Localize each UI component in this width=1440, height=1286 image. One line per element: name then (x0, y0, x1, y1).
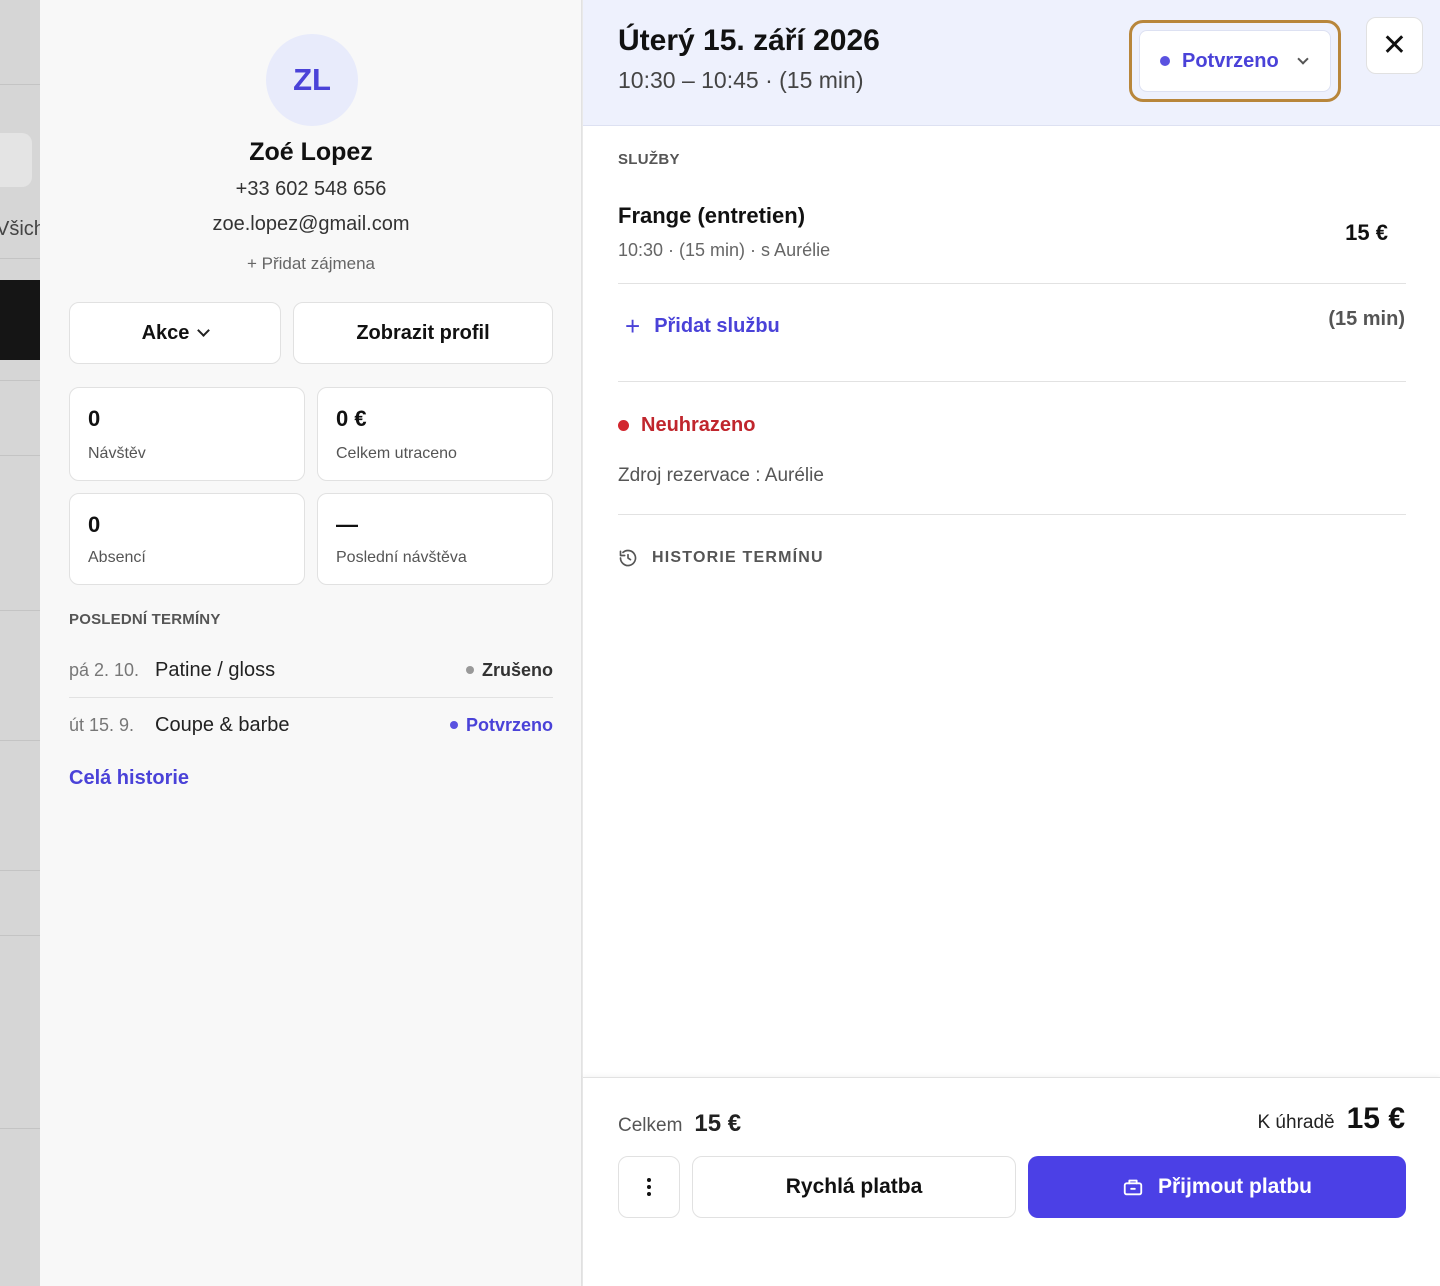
appt-date: pá 2. 10. (69, 659, 140, 680)
bg-filter-text: Všich (0, 218, 40, 240)
status-text: Zrušeno (481, 659, 553, 680)
add-service-button[interactable]: + Přidat službu (625, 313, 780, 339)
accept-payment-label: Přijmout platbu (1158, 1175, 1312, 1198)
client-phone[interactable]: +33 602 548 656 (40, 178, 582, 201)
bg-divider (0, 870, 40, 871)
appointment-header: Úterý 15. září 2026 10:30 – 10:45 · (15 … (583, 0, 1440, 126)
list-item[interactable]: pá 2. 10. Patine / gloss Zrušeno (69, 648, 553, 692)
amount-due: K úhradě 15 € (1257, 1102, 1405, 1136)
bg-divider (0, 84, 40, 85)
appointment-history-toggle[interactable]: HISTORIE TERMÍNU (618, 548, 824, 568)
kebab-dot (647, 1185, 651, 1189)
total: Celkem 15 € (618, 1110, 741, 1138)
service-name[interactable]: Frange (entretien) (618, 203, 805, 229)
status-dot-icon (618, 420, 629, 431)
recent-appointments-title: POSLEDNÍ TERMÍNY (69, 611, 221, 628)
divider (618, 381, 1406, 382)
close-icon: ✕ (1381, 29, 1408, 62)
status-dot-icon (449, 721, 458, 729)
history-icon (619, 549, 637, 567)
accept-payment-button[interactable]: Přijmout platbu (1028, 1156, 1406, 1218)
add-pronouns-link[interactable]: + Přidat zájmena (40, 254, 582, 274)
status-dot-icon (465, 666, 474, 674)
total-label: Celkem (618, 1115, 683, 1136)
view-profile-button[interactable]: Zobrazit profil (293, 302, 553, 364)
stat-total-spent: 0 € Celkem utraceno (317, 387, 553, 481)
bg-divider (0, 258, 40, 259)
client-email[interactable]: zoe.lopez@gmail.com (40, 213, 582, 236)
kebab-dot (647, 1178, 651, 1182)
bg-divider (0, 380, 40, 381)
bg-pill (0, 133, 32, 187)
payment-status: Neuhrazeno (618, 414, 755, 437)
stat-value: 0 (88, 406, 101, 431)
stat-last-visit: — Poslední návštěva (317, 493, 553, 585)
appt-date: út 15. 9. (69, 714, 135, 735)
due-amount: 15 € (1346, 1102, 1405, 1135)
due-label: K úhradě (1257, 1112, 1335, 1133)
stat-label: Celkem utraceno (336, 445, 457, 462)
divider (69, 697, 553, 698)
payment-status-text: Neuhrazeno (641, 414, 756, 436)
close-button[interactable]: ✕ (1366, 17, 1423, 74)
status-focus-ring: Potvrzeno (1129, 20, 1341, 102)
full-history-link[interactable]: Celá historie (69, 767, 189, 790)
add-service-duration: (15 min) (1328, 308, 1405, 330)
payment-footer: Celkem 15 € K úhradě 15 € Rychlá platba … (583, 1077, 1440, 1286)
appt-service: Patine / gloss (155, 658, 276, 681)
bg-divider (0, 935, 40, 936)
bg-divider (0, 1128, 40, 1129)
stat-value: — (336, 512, 358, 537)
appt-service: Coupe & barbe (155, 713, 290, 736)
register-icon (1123, 1179, 1143, 1196)
stat-no-shows: 0 Absencí (69, 493, 305, 585)
service-meta: 10:30 · (15 min) · s Aurélie (618, 240, 831, 260)
divider (618, 283, 1406, 284)
background-app: Všich (0, 0, 40, 1286)
more-options-button[interactable] (618, 1156, 680, 1218)
stat-label: Absencí (88, 549, 146, 566)
chevron-down-icon (1297, 52, 1309, 65)
status-text: Potvrzeno (465, 714, 553, 735)
client-name: Zoé Lopez (249, 138, 373, 166)
bg-divider (0, 610, 40, 611)
stat-value: 0 € (336, 406, 367, 431)
bg-dark-block (0, 280, 40, 360)
chevron-down-icon (197, 324, 211, 337)
actions-label: Akce (141, 321, 190, 344)
history-title: HISTORIE TERMÍNU (652, 549, 824, 566)
stat-visits: 0 Návštěv (69, 387, 305, 481)
appointment-time: 10:30 – 10:45 · (15 min) (618, 67, 864, 93)
bg-divider (0, 740, 40, 741)
avatar: ZL (266, 34, 358, 126)
stat-label: Poslední návštěva (336, 549, 467, 566)
status-badge: Potvrzeno (449, 714, 553, 736)
quick-pay-button[interactable]: Rychlá platba (692, 1156, 1016, 1218)
appointment-date: Úterý 15. září 2026 (618, 24, 880, 57)
services-title: SLUŽBY (618, 151, 680, 168)
status-dot-icon (1160, 56, 1170, 66)
status-dropdown-label: Potvrzeno (1182, 49, 1279, 72)
actions-button[interactable]: Akce (69, 302, 281, 364)
stat-label: Návštěv (88, 445, 146, 462)
status-dropdown[interactable]: Potvrzeno (1139, 30, 1331, 92)
client-panel: ZL Zoé Lopez +33 602 548 656 zoe.lopez@g… (40, 0, 582, 1286)
stat-value: 0 (88, 512, 101, 537)
bg-divider (0, 455, 40, 456)
booking-source: Zdroj rezervace : Aurélie (618, 465, 824, 486)
add-service-label: Přidat službu (654, 314, 780, 337)
status-badge: Zrušeno (465, 659, 553, 681)
quick-pay-label: Rychlá platba (785, 1175, 923, 1198)
service-price: 15 € (1345, 220, 1388, 245)
plus-icon: + (625, 311, 641, 341)
total-amount: 15 € (694, 1110, 742, 1137)
kebab-dot (647, 1192, 651, 1196)
view-profile-label: Zobrazit profil (356, 321, 490, 344)
appointment-panel: Úterý 15. září 2026 10:30 – 10:45 · (15 … (583, 0, 1440, 1286)
divider (618, 514, 1406, 515)
list-item[interactable]: út 15. 9. Coupe & barbe Potvrzeno (69, 703, 553, 747)
